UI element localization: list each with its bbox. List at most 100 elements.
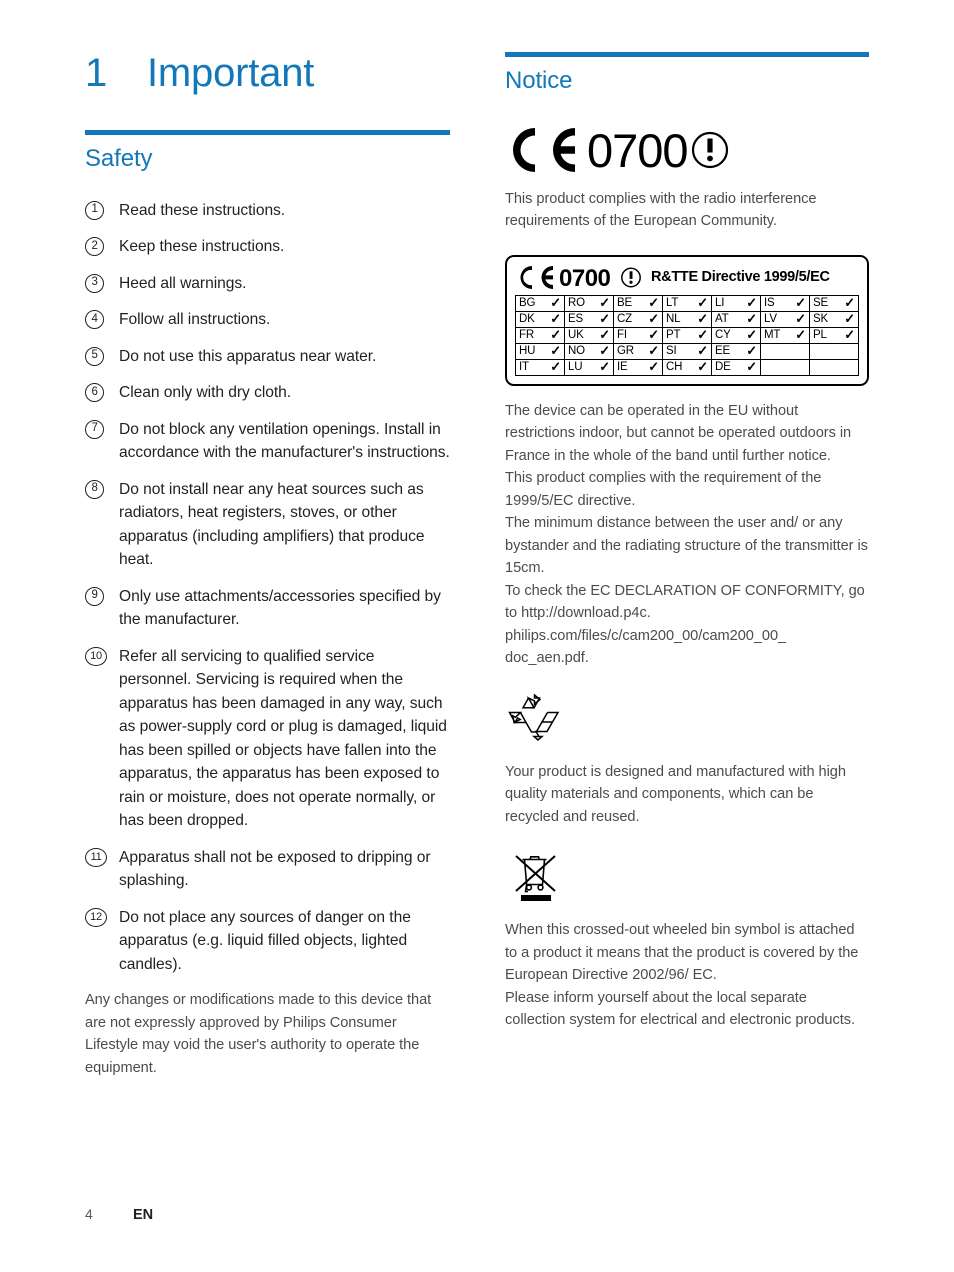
country-code: NL (666, 312, 681, 325)
table-cell: HU ✓ (515, 342, 565, 360)
notice-paragraph-3: The minimum distance between the user an… (505, 515, 868, 577)
list-number-badge: 12 (85, 906, 119, 927)
table-cell: FI ✓ (613, 326, 663, 344)
list-item-text: Refer all servicing to qualified service… (119, 647, 447, 830)
table-cell: LV ✓ (760, 310, 810, 328)
list-item-text: Read these instructions. (119, 201, 286, 219)
check-icon: ✓ (648, 310, 659, 326)
country-code: LU (568, 360, 583, 373)
crossed-out-wheeled-bin-icon (515, 855, 556, 902)
list-item: 7 Do not block any ventilation openings.… (85, 418, 450, 465)
check-icon: ✓ (648, 358, 659, 374)
weee-symbol-wrapper (513, 850, 869, 904)
check-icon: ✓ (697, 342, 708, 358)
check-icon: ✓ (648, 326, 659, 342)
check-icon: ✓ (795, 294, 806, 310)
list-number: 7 (85, 419, 104, 439)
table-cell: RO ✓ (564, 294, 614, 312)
table-cell: LI ✓ (711, 294, 761, 312)
check-icon: ✓ (746, 358, 757, 374)
country-code: CH (666, 360, 683, 373)
list-item: 12 Do not place any sources of danger on… (85, 906, 450, 977)
list-item-text: Do not use this apparatus near water. (119, 347, 377, 365)
table-cell: MT ✓ (760, 326, 810, 344)
check-icon: ✓ (550, 294, 561, 310)
table-cell: FR ✓ (515, 326, 565, 344)
ce-marking-large: 0700 (505, 124, 869, 176)
country-code: SK (813, 312, 828, 325)
list-number: 3 (85, 273, 104, 293)
table-row: IT ✓ LU ✓ IE ✓ CH ✓ DE ✓ (515, 358, 859, 376)
table-cell: UK ✓ (564, 326, 614, 344)
country-code: HU (519, 344, 536, 357)
rtte-box-header: 0700 R&TTE Directive 1999/5/EC (515, 264, 859, 291)
country-code: IS (764, 296, 775, 309)
table-cell: BE ✓ (613, 294, 663, 312)
list-item-text: Heed all warnings. (119, 274, 247, 292)
list-number-badge: 8 (85, 478, 119, 499)
safety-instruction-list: 1 Read these instructions. 2 Keep these … (85, 199, 450, 977)
table-cell: DE ✓ (711, 358, 761, 376)
list-item: 4 Follow all instructions. (85, 308, 450, 332)
list-item: 11 Apparatus shall not be exposed to dri… (85, 846, 450, 893)
check-icon: ✓ (795, 326, 806, 342)
list-item-text: Do not block any ventilation openings. I… (119, 420, 450, 462)
list-number-badge: 2 (85, 235, 119, 257)
country-code: UK (568, 328, 584, 341)
list-item-text: Follow all instructions. (119, 311, 271, 329)
document-page: 1 Important Safety 1 Read these instruct… (0, 0, 954, 1272)
country-code: BG (519, 296, 536, 309)
table-cell: LT ✓ (662, 294, 712, 312)
table-cell: PL ✓ (809, 326, 859, 344)
country-code: LI (715, 296, 725, 309)
table-row: FR ✓ UK ✓ FI ✓ PT ✓ CY ✓ MT ✓ PL ✓ (515, 326, 859, 344)
country-code: AT (715, 312, 729, 325)
table-cell: NL ✓ (662, 310, 712, 328)
list-item: 9 Only use attachments/accessories speci… (85, 585, 450, 632)
check-icon: ✓ (599, 358, 610, 374)
list-item-text: Apparatus shall not be exposed to drippi… (119, 848, 431, 890)
check-icon: ✓ (844, 310, 855, 326)
list-item: 2 Keep these instructions. (85, 235, 450, 259)
country-code: IT (519, 360, 529, 373)
check-icon: ✓ (648, 342, 659, 358)
check-icon: ✓ (697, 358, 708, 374)
table-cell: IE ✓ (613, 358, 663, 376)
table-cell: SE ✓ (809, 294, 859, 312)
check-icon: ✓ (746, 294, 757, 310)
list-item-text: Only use attachments/accessories specifi… (119, 587, 441, 629)
list-number: 9 (85, 586, 104, 606)
list-item: 6 Clean only with dry cloth. (85, 381, 450, 405)
svg-text:0700: 0700 (559, 265, 611, 291)
list-number: 11 (85, 847, 107, 867)
country-code: BE (617, 296, 632, 309)
check-icon: ✓ (599, 342, 610, 358)
country-code: IE (617, 360, 628, 373)
ce-0700-alert-icon: 0700 (513, 125, 729, 175)
list-item-text: Do not place any sources of danger on th… (119, 908, 411, 973)
list-number-badge: 4 (85, 308, 119, 330)
check-icon: ✓ (550, 358, 561, 374)
list-number-badge: 11 (85, 846, 119, 867)
table-cell: SK ✓ (809, 310, 859, 328)
table-cell: CZ ✓ (613, 310, 663, 328)
country-code: MT (764, 328, 781, 341)
recycle-paragraph: Your product is designed and manufacture… (505, 763, 846, 825)
table-cell: IT ✓ (515, 358, 565, 376)
check-icon: ✓ (746, 310, 757, 326)
list-number: 12 (85, 907, 107, 927)
list-item: 3 Heed all warnings. (85, 272, 450, 296)
table-row: BG ✓ RO ✓ BE ✓ LT ✓ LI ✓ IS ✓ SE ✓ (515, 294, 859, 312)
country-code: SE (813, 296, 828, 309)
table-row: DK ✓ ES ✓ CZ ✓ NL ✓ AT ✓ LV ✓ SK ✓ (515, 310, 859, 328)
check-icon: ✓ (844, 294, 855, 310)
list-number: 2 (85, 237, 104, 257)
table-cell: ES ✓ (564, 310, 614, 328)
rtte-directive-label: R&TTE Directive 1999/5/EC (651, 269, 830, 286)
country-code: PT (666, 328, 681, 341)
country-code: CZ (617, 312, 632, 325)
table-cell: CH ✓ (662, 358, 712, 376)
safety-closing-paragraph: Any changes or modifications made to thi… (85, 992, 432, 1076)
table-cell: PT ✓ (662, 326, 712, 344)
check-icon: ✓ (746, 342, 757, 358)
